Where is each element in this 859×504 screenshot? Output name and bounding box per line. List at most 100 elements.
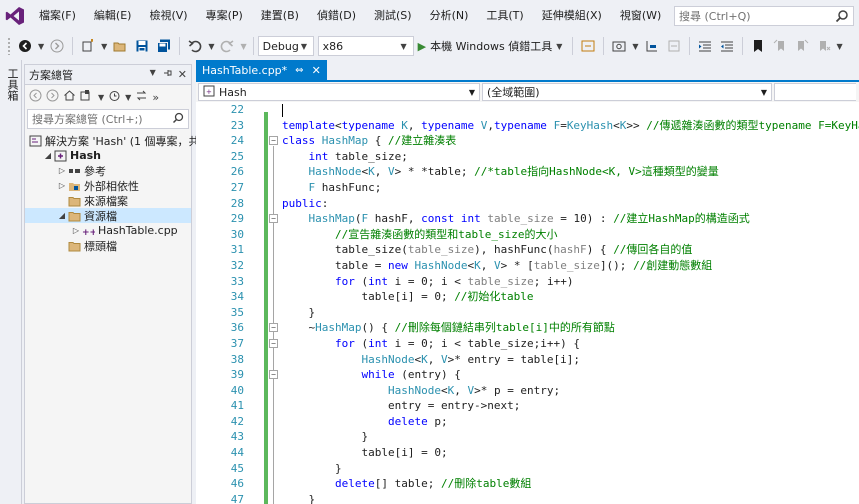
pin-tab-icon[interactable]: ⇔ <box>295 65 303 76</box>
filter-dropdown-icon[interactable]: ▼ <box>125 93 131 102</box>
expanded-arrow-icon[interactable]: ◢ <box>57 211 67 220</box>
code-text[interactable]: template<typename K, typename V,typename… <box>282 102 859 504</box>
document-tab-hashtable[interactable]: HashTable.cpp* ⇔ ✕ <box>196 60 327 80</box>
visual-studio-logo-icon[interactable] <box>0 0 30 32</box>
code-line[interactable]: F hashFunc; <box>282 180 859 196</box>
close-icon[interactable]: ✕ <box>178 68 187 81</box>
code-line[interactable]: } <box>282 461 859 477</box>
window-position-icon[interactable]: ▼ <box>150 68 156 81</box>
pending-changes-filter-icon[interactable] <box>108 89 121 105</box>
undo-dropdown-icon[interactable]: ▼ <box>208 42 214 51</box>
code-line[interactable]: delete[] table; //刪除table數組 <box>282 476 859 492</box>
tree-item[interactable]: ▷ 外部相依性 <box>25 178 191 193</box>
toolbar-grip[interactable] <box>7 37 11 55</box>
collapse-region-icon[interactable]: − <box>269 370 278 380</box>
code-line[interactable]: for (int i = 0; i < table_size;i++) { <box>282 336 859 352</box>
new-project-icon[interactable] <box>78 36 98 56</box>
collapsed-arrow-icon[interactable]: ▷ <box>57 166 67 175</box>
tree-item[interactable]: 標頭檔 <box>25 238 191 253</box>
menu-item[interactable]: 編輯(E) <box>85 4 141 28</box>
code-line[interactable]: //宣告雜湊函數的類型和table_size的大小 <box>282 227 859 243</box>
code-line[interactable]: class HashMap { //建立雜湊表 <box>282 133 859 149</box>
code-line[interactable] <box>282 102 859 118</box>
back-dropdown-icon[interactable]: ▼ <box>38 42 44 51</box>
toolbox-strip[interactable]: 工具箱 <box>0 60 22 504</box>
forward-icon[interactable] <box>47 36 67 56</box>
pin-icon[interactable] <box>162 68 172 81</box>
collapse-region-icon[interactable]: − <box>269 339 278 348</box>
platform-select[interactable]: x86 ▼ <box>317 36 414 56</box>
collapse-region-icon[interactable]: − <box>269 323 278 333</box>
redo-dropdown-icon[interactable]: ▼ <box>240 42 246 51</box>
screenshot-dropdown-icon[interactable]: ▼ <box>632 42 638 51</box>
undo-icon[interactable] <box>185 36 205 56</box>
indent-icon[interactable] <box>695 36 715 56</box>
code-line[interactable]: delete p; <box>282 414 859 430</box>
code-editor[interactable]: 22 23 24 25 26 27 28 29 30 31 32 33 34 35 36 37 38 39 40 41… <box>196 102 859 504</box>
code-line[interactable]: HashMap(F hashF, const int table_size = … <box>282 211 859 227</box>
outdent-icon[interactable] <box>717 36 737 56</box>
menu-item[interactable]: 建置(B) <box>252 4 308 28</box>
code-line[interactable]: template<typename K, typename V,typename… <box>282 118 859 134</box>
toolbar-overflow-icon[interactable]: ▼ <box>837 42 843 51</box>
collapsed-arrow-icon[interactable]: ▷ <box>71 226 81 235</box>
menu-item[interactable]: 檢視(V) <box>140 4 196 28</box>
browser-link-icon[interactable] <box>578 36 598 56</box>
new-dropdown-icon[interactable]: ▼ <box>101 42 107 51</box>
code-line[interactable]: for (int i = 0; i < table_size; i++) <box>282 274 859 290</box>
previous-bookmark-icon[interactable] <box>770 36 790 56</box>
save-all-icon[interactable] <box>154 36 174 56</box>
step-into-icon[interactable] <box>642 36 662 56</box>
code-line[interactable]: table = new HashNode<K, V> * [table_size… <box>282 258 859 274</box>
code-line[interactable]: } <box>282 429 859 445</box>
code-line[interactable]: table_size(table_size), hashFunc(hashF) … <box>282 242 859 258</box>
menu-item[interactable]: 分析(N) <box>421 4 478 28</box>
back-icon[interactable] <box>15 36 35 56</box>
open-file-icon[interactable] <box>110 36 130 56</box>
code-line[interactable]: entry = entry->next; <box>282 398 859 414</box>
menu-item[interactable]: 檔案(F) <box>30 4 85 28</box>
tree-item[interactable]: ▷ ++ HashTable.cpp <box>25 223 191 238</box>
menu-item[interactable]: 工具(T) <box>477 4 532 28</box>
expanded-arrow-icon[interactable]: ◢ <box>43 151 53 160</box>
collapse-region-icon[interactable]: − <box>269 136 278 146</box>
code-line[interactable]: HashNode<K, V> * *table; //*table指向HashN… <box>282 164 859 180</box>
clear-bookmarks-icon[interactable] <box>814 36 834 56</box>
code-line[interactable]: public: <box>282 196 859 212</box>
start-debugging-button[interactable]: ▶ 本機 Windows 偵錯工具 ▼ <box>414 36 569 56</box>
member-dropdown[interactable] <box>774 83 856 101</box>
code-line[interactable]: HashNode<K, V>* p = entry; <box>282 383 859 399</box>
tree-item[interactable]: ◢ 資源檔 <box>25 208 191 223</box>
menu-item[interactable]: 延伸模組(X) <box>533 4 611 28</box>
code-line[interactable]: while (entry) { <box>282 367 859 383</box>
save-icon[interactable] <box>132 36 152 56</box>
screenshot-icon[interactable] <box>609 36 629 56</box>
search-box[interactable]: 搜尋 (Ctrl+Q) <box>674 6 854 26</box>
tree-item[interactable]: 來源檔案 <box>25 193 191 208</box>
step-over-icon[interactable] <box>664 36 684 56</box>
menu-item[interactable]: 測試(S) <box>365 4 421 28</box>
menu-item[interactable]: 偵錯(D) <box>308 4 365 28</box>
code-line[interactable]: } <box>282 305 859 321</box>
code-line[interactable]: table[i] = 0; //初始化table <box>282 289 859 305</box>
code-line[interactable]: int table_size; <box>282 149 859 165</box>
more-options-icon[interactable]: » <box>152 91 159 104</box>
menu-item[interactable]: 視窗(W) <box>611 4 670 28</box>
code-line[interactable]: table[i] = 0; <box>282 445 859 461</box>
selection-margin[interactable] <box>196 102 204 504</box>
configuration-select[interactable]: Debug ▼ <box>257 36 314 56</box>
code-line[interactable]: HashNode<K, V>* entry = table[i]; <box>282 352 859 368</box>
solution-explorer-search-input[interactable]: 搜尋方案總管 (Ctrl+;) ▼ <box>27 109 189 129</box>
scope-dropdown[interactable]: (全域範圍) ▼ <box>482 83 772 101</box>
switch-views-dropdown-icon[interactable]: ▼ <box>98 93 104 102</box>
home-icon[interactable] <box>63 89 76 105</box>
toolbox-label[interactable]: 工具箱 <box>4 68 20 101</box>
close-tab-icon[interactable]: ✕ <box>312 64 321 77</box>
menu-item[interactable]: 專案(P) <box>197 4 252 28</box>
redo-icon[interactable] <box>217 36 237 56</box>
tree-item[interactable]: ▷ 參考 <box>25 163 191 178</box>
project-dropdown[interactable]: + Hash ▼ <box>198 83 480 101</box>
forward-icon[interactable] <box>46 89 59 105</box>
switch-views-icon[interactable] <box>80 89 94 105</box>
sync-icon[interactable] <box>135 89 148 105</box>
